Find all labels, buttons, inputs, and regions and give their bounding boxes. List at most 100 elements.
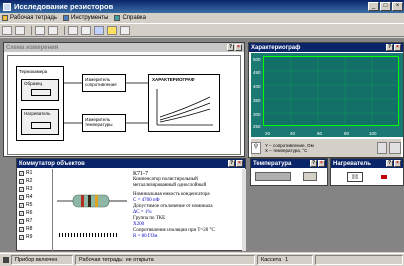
list-item[interactable]: ✓ R4 (17, 193, 52, 201)
list-item[interactable]: ✓ R2 (17, 177, 52, 185)
commutator-panel: Коммутатор объектов ? × ✓ R1 ✓ R2 ✓ R3 ✓ R4 … (16, 158, 246, 251)
close-button[interactable]: × (236, 160, 243, 167)
y-tick: 400 (253, 84, 261, 89)
print-icon[interactable] (120, 26, 130, 35)
help-button[interactable]: ? (386, 44, 393, 51)
scheme-panel-buttons: ? × (226, 44, 242, 51)
device-icon (3, 257, 9, 263)
y-tick: 500 (253, 57, 261, 62)
list-item-label: R4 (26, 194, 33, 200)
checkbox[interactable]: ✓ (19, 170, 24, 176)
toolbar (0, 25, 404, 37)
list-item-label: R2 (26, 178, 33, 184)
layers-icon[interactable] (94, 26, 104, 35)
graph-panel-header: Характериограф ? × (249, 43, 403, 52)
graph-area: 500 450 400 350 300 250 20 40 60 80 100 (251, 53, 403, 137)
scheme-panel: Схема измерения ? × Термокамера Образец … (3, 42, 245, 157)
y-tick: 450 (253, 70, 261, 75)
heater-panel-buttons: ? × (385, 160, 401, 167)
temperature-button[interactable] (303, 172, 317, 181)
table-icon[interactable] (81, 26, 91, 35)
checkbox[interactable]: ✓ (19, 210, 24, 216)
grid-icon[interactable] (68, 26, 78, 35)
temperature-panel-buttons: ? × (309, 160, 325, 167)
checkbox[interactable]: ✓ (19, 194, 24, 200)
x-tick: 40 (290, 131, 296, 136)
warning-icon[interactable] (107, 26, 117, 35)
minimize-button[interactable]: _ (368, 2, 379, 11)
graph-tool-b[interactable] (389, 142, 401, 154)
checkbox[interactable]: ✓ (19, 226, 24, 232)
resistor-image (57, 194, 127, 208)
object-list: ✓ R1 ✓ R2 ✓ R3 ✓ R4 ✓ R5 ✓ R6 ✓ R7 ✓ R8 ✓ R9 (17, 169, 53, 251)
window-title: Исследование резисторов (14, 2, 114, 11)
list-item-label: R5 (26, 202, 33, 208)
graph-grid (264, 57, 400, 127)
app-icon (3, 2, 11, 11)
commutator-panel-header: Коммутатор объектов ? × (17, 159, 245, 168)
new-icon[interactable] (2, 26, 12, 35)
checkbox[interactable]: ✓ (19, 218, 24, 224)
commutator-panel-buttons: ? × (227, 160, 243, 167)
component-image (55, 173, 129, 249)
heater-indicator (381, 175, 387, 179)
menu-bar: Рабочая тетрадь Инструменты Справка (0, 13, 404, 24)
help-button[interactable]: ? (310, 160, 317, 167)
list-item[interactable]: ✓ R9 (17, 233, 52, 241)
x-tick: 60 (317, 131, 323, 136)
temperature-panel: Температура ? × (250, 158, 328, 186)
status-empty (315, 255, 403, 265)
graph-panel-buttons: ? × (385, 44, 401, 51)
checkbox[interactable]: ✓ (19, 234, 24, 240)
graph-panel-title: Характериограф (251, 44, 301, 51)
help-button[interactable]: ? (228, 160, 235, 167)
help-icon (114, 15, 121, 21)
close-button[interactable]: × (235, 44, 242, 51)
title-bar: Исследование резисторов _ □ × (0, 0, 404, 13)
checkbox[interactable]: ✓ (19, 178, 24, 184)
close-button[interactable]: × (394, 160, 401, 167)
list-item[interactable]: ✓ R5 (17, 201, 52, 209)
list-item-label: R7 (26, 218, 33, 224)
list-item[interactable]: ✓ R8 (17, 225, 52, 233)
workspace: Схема измерения ? × Термокамера Образец … (0, 38, 404, 252)
list-item[interactable]: ✓ R1 (17, 169, 52, 177)
maximize-button[interactable]: □ (380, 2, 391, 11)
toolbar-separator (31, 26, 32, 35)
status-device: Прибор включен (11, 255, 73, 265)
redo-icon[interactable] (48, 26, 58, 35)
graph-tool-a[interactable] (377, 142, 387, 154)
status-bar: Прибор включен Рабочая тетрадь: не откры… (0, 253, 404, 266)
close-button[interactable]: × (394, 44, 401, 51)
list-item[interactable]: ✓ R3 (17, 185, 52, 193)
list-item-label: R8 (26, 226, 33, 232)
menu-notebook-label: Рабочая тетрадь (10, 15, 58, 21)
scheme-panel-title: Схема измерения (6, 44, 59, 51)
legend-x: X – температура, °C (265, 148, 308, 153)
checkbox[interactable]: ✓ (19, 202, 24, 208)
close-button[interactable]: × (392, 2, 403, 11)
zoom-icon[interactable]: ⚲ (251, 142, 261, 154)
status-notebook-label: Рабочая тетрадь: (79, 257, 124, 263)
status-cassette: Кассета 1 (257, 255, 313, 265)
close-button[interactable]: × (318, 160, 325, 167)
help-button[interactable]: ? (386, 160, 393, 167)
heater-switch[interactable]: ▯|▯ (347, 172, 363, 182)
undo-icon[interactable] (35, 26, 45, 35)
checkbox[interactable]: ✓ (19, 186, 24, 192)
x-tick: 100 (369, 131, 377, 136)
list-item[interactable]: ✓ R7 (17, 217, 52, 225)
component-description: К71-7 Компенсатор полистирольный металли… (131, 169, 241, 251)
list-item-label: R6 (26, 210, 33, 216)
menu-notebook[interactable]: Рабочая тетрадь (2, 15, 57, 21)
x-tick: 80 (344, 131, 350, 136)
heater-panel-title: Нагреватель (333, 160, 371, 167)
menu-tools[interactable]: Инструменты (63, 15, 108, 21)
menu-help[interactable]: Справка (114, 15, 146, 21)
open-icon[interactable] (15, 26, 25, 35)
notebook-icon (2, 15, 8, 21)
list-item[interactable]: ✓ R6 (17, 209, 52, 217)
help-button[interactable]: ? (227, 44, 234, 51)
scrollbar[interactable] (242, 169, 246, 251)
list-item-label: R1 (26, 170, 33, 176)
